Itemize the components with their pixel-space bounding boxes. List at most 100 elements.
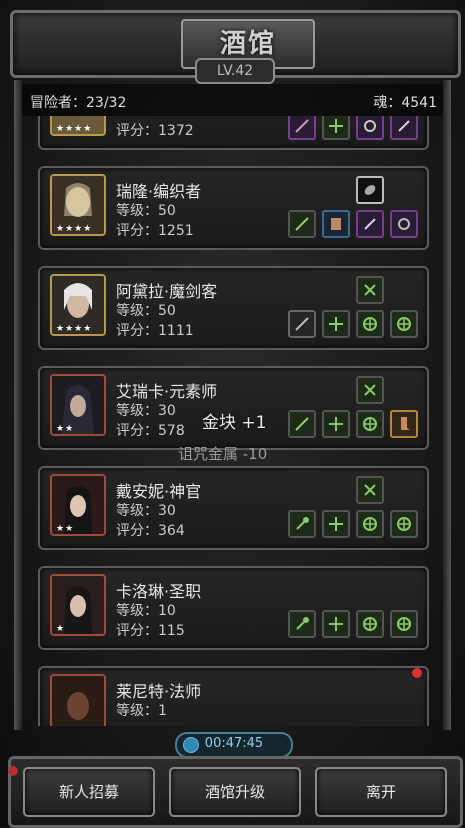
cross-icon xyxy=(363,317,377,331)
boot-icon xyxy=(401,417,410,430)
equip-slot[interactable] xyxy=(356,210,384,238)
right-rail xyxy=(443,80,451,730)
equip-slot[interactable] xyxy=(356,116,384,140)
equip-slot[interactable] xyxy=(322,410,350,438)
upgrade-tavern-button[interactable]: 酒馆升级 xyxy=(169,767,301,817)
equip-slot[interactable] xyxy=(356,476,384,504)
cross-icon xyxy=(363,417,377,431)
level-text: 等级：1 xyxy=(116,703,167,719)
timer-text: 00:47:45 xyxy=(204,736,264,751)
adventurer-name: 莱尼特·法师 xyxy=(116,682,202,701)
adventurer-name: 卡洛琳·圣职 xyxy=(116,582,202,601)
gold-gain-popup: 金块 +1 xyxy=(202,413,267,433)
equip-slot[interactable] xyxy=(322,610,350,638)
wand-icon xyxy=(295,119,309,133)
notification-dot xyxy=(8,766,18,776)
staff-icon xyxy=(295,217,309,231)
equip-slot[interactable] xyxy=(390,116,418,140)
equip-slot[interactable] xyxy=(322,510,350,538)
equip-slot[interactable] xyxy=(356,176,384,204)
equip-slot[interactable] xyxy=(288,410,316,438)
adventurer-card[interactable]: ★★ 戴安妮·神官 等级：30 评分：364 xyxy=(38,466,429,550)
portrait: ★★ xyxy=(50,474,106,536)
left-rail xyxy=(14,80,22,730)
orb-icon xyxy=(364,185,376,195)
equip-slot[interactable] xyxy=(390,510,418,538)
portrait: ★★★★ xyxy=(50,274,106,336)
equip-slot[interactable] xyxy=(288,116,316,140)
ring-icon xyxy=(398,218,410,230)
star-rating: ★★★★ xyxy=(56,324,93,334)
equip-slot[interactable] xyxy=(322,116,350,140)
adventurer-name: 瑞隆·编织者 xyxy=(116,182,202,201)
cross-icon xyxy=(397,517,411,531)
curse-metal-popup: 诅咒金属 -10 xyxy=(178,445,268,463)
cross-icon xyxy=(363,617,377,631)
cross-icon xyxy=(329,119,343,133)
adventurer-card[interactable]: ★ 卡洛琳·圣职 等级：10 评分：115 xyxy=(38,566,429,650)
portrait: ★★★★ xyxy=(50,174,106,236)
sword-icon xyxy=(295,317,309,331)
equip-slot[interactable] xyxy=(288,210,316,238)
equip-slot[interactable] xyxy=(390,310,418,338)
level-text: 等级：50 xyxy=(116,303,176,319)
score-text: 评分：115 xyxy=(116,623,185,639)
adventurer-name: 艾瑞卡·元素师 xyxy=(116,382,218,401)
equip-slot[interactable] xyxy=(390,410,418,438)
level-text: 等级：10 xyxy=(116,603,176,619)
staff-icon xyxy=(295,417,309,431)
equip-slot[interactable] xyxy=(322,310,350,338)
equip-slot[interactable] xyxy=(288,610,316,638)
equip-slot[interactable] xyxy=(356,610,384,638)
recruit-button[interactable]: 新人招募 xyxy=(23,767,155,817)
cross-icon xyxy=(397,317,411,331)
star-rating: ★★ xyxy=(56,524,75,534)
adventurer-card[interactable]: ★★★★ 瑞隆·编织者 等级：50 评分：1251 xyxy=(38,166,429,250)
level-text: 等级：30 xyxy=(116,503,176,519)
adventurer-card[interactable]: ★★★★ 评分：1372 xyxy=(38,116,429,150)
equip-slot[interactable] xyxy=(356,376,384,404)
mace-icon xyxy=(296,617,309,630)
soul-count: 魂：4541 xyxy=(373,95,437,111)
equip-slot[interactable] xyxy=(356,410,384,438)
leave-button[interactable]: 离开 xyxy=(315,767,447,817)
portrait: ★★★★ xyxy=(50,116,106,136)
star-rating: ★★ xyxy=(56,424,75,434)
equip-slot[interactable] xyxy=(390,210,418,238)
cross-icon xyxy=(329,317,343,331)
ring-icon xyxy=(364,120,376,132)
equip-slot[interactable] xyxy=(288,310,316,338)
armor-icon xyxy=(331,218,341,230)
cross-icon xyxy=(329,617,343,631)
level-text: 等级：30 xyxy=(116,403,176,419)
adventurer-name: 戴安妮·神官 xyxy=(116,482,202,501)
star-rating: ★★★★ xyxy=(56,224,93,234)
mace-icon xyxy=(296,517,309,530)
adventurer-card[interactable]: 莱尼特·法师 等级：1 xyxy=(38,666,429,726)
equip-slot[interactable] xyxy=(356,276,384,304)
cross-icon xyxy=(363,517,377,531)
portrait: ★ xyxy=(50,574,106,636)
timer: 00:47:45 xyxy=(175,732,293,758)
adventurer-count: 冒险者：23/32 xyxy=(30,95,127,111)
equip-slot[interactable] xyxy=(356,510,384,538)
equip-slot[interactable] xyxy=(322,210,350,238)
level-text: 等级：50 xyxy=(116,203,176,219)
page-title: 酒馆 xyxy=(219,29,276,59)
bottom-bar: 新人招募 酒馆升级 离开 xyxy=(8,756,463,828)
star-rating: ★★★★ xyxy=(56,124,93,134)
score-text: 评分：364 xyxy=(116,523,185,539)
score-text: 评分：1251 xyxy=(116,223,194,239)
cross-icon xyxy=(364,484,376,496)
cross-icon xyxy=(364,384,376,396)
adventurer-card[interactable]: ★★★★ 阿黛拉·魔剑客 等级：50 评分：1111 xyxy=(38,266,429,350)
adventurer-name: 阿黛拉·魔剑客 xyxy=(116,282,218,301)
cross-icon xyxy=(329,417,343,431)
equip-slot[interactable] xyxy=(288,510,316,538)
score-text: 评分：1372 xyxy=(116,123,194,139)
equip-slot[interactable] xyxy=(356,310,384,338)
equip-slot[interactable] xyxy=(390,610,418,638)
cross-icon xyxy=(364,284,376,296)
tavern-level-badge: LV.42 xyxy=(195,58,275,84)
score-text: 评分：1111 xyxy=(116,323,194,339)
